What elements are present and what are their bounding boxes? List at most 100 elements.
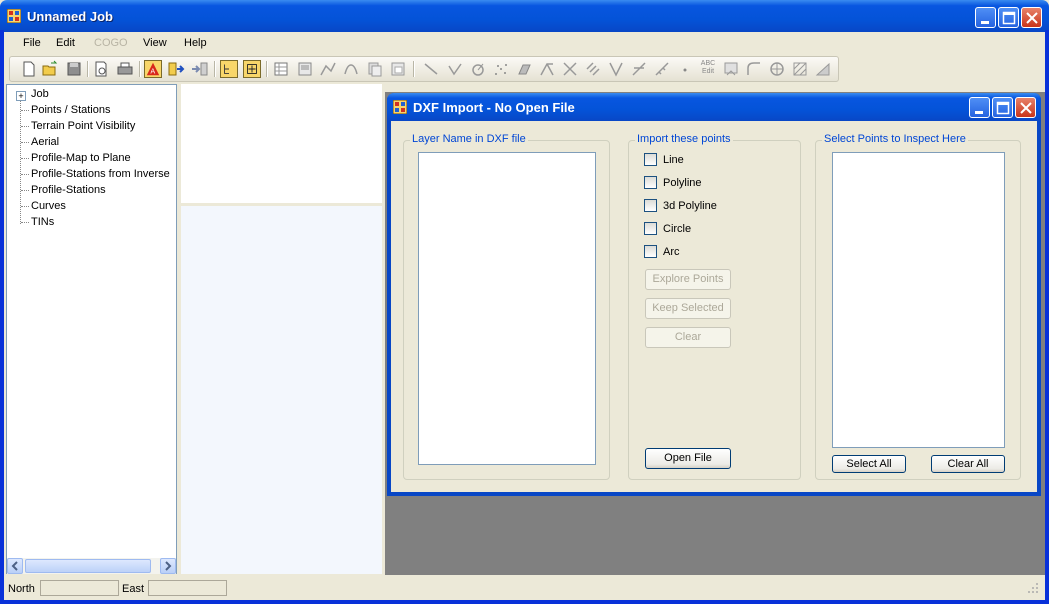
polyline-tool-icon[interactable] — [538, 60, 556, 78]
tree-item-tins[interactable]: TINs — [31, 216, 54, 228]
profile-icon[interactable] — [319, 60, 337, 78]
clear-button[interactable]: Clear — [645, 327, 731, 348]
arc-checkbox-label[interactable]: Arc — [663, 246, 680, 258]
dxf-import-window: DXF Import - No Open File Layer Name in … — [387, 93, 1041, 496]
tree-horizontal-scrollbar[interactable] — [7, 558, 176, 574]
toggle-tree-icon[interactable] — [220, 60, 238, 78]
circle-tool-icon[interactable] — [469, 60, 487, 78]
line-checkbox[interactable] — [644, 153, 657, 166]
tree-connector — [21, 190, 29, 191]
new-icon[interactable] — [20, 60, 38, 78]
keep-selected-button[interactable]: Keep Selected — [645, 298, 731, 319]
circle-checkbox[interactable] — [644, 222, 657, 235]
save-icon[interactable] — [65, 60, 83, 78]
menu-edit[interactable]: Edit — [56, 37, 75, 49]
tree-item-profile-map-to-plane[interactable]: Profile-Map to Plane — [31, 152, 131, 164]
minimize-button[interactable] — [975, 7, 996, 28]
details-panel[interactable] — [181, 206, 382, 574]
menu-help[interactable]: Help — [184, 37, 207, 49]
menu-view[interactable]: View — [143, 37, 167, 49]
3d-polyline-checkbox-label[interactable]: 3d Polyline — [663, 200, 717, 212]
tree-item-profile-stations-inverse[interactable]: Profile-Stations from Inverse — [31, 168, 170, 180]
close-icon — [1020, 102, 1032, 114]
dialog-maximize-button[interactable] — [992, 97, 1013, 118]
menu-file[interactable]: File — [23, 37, 41, 49]
sphere-tool-icon[interactable] — [768, 60, 786, 78]
line-tool-icon[interactable] — [422, 60, 440, 78]
offset-tool-icon[interactable] — [584, 60, 602, 78]
layer-listbox[interactable] — [418, 152, 596, 465]
clear-all-button[interactable]: Clear All — [931, 455, 1005, 473]
intersect-tool-icon[interactable] — [561, 60, 579, 78]
menu-cogo[interactable]: COGO — [94, 37, 128, 49]
window-border-left — [0, 30, 4, 604]
paste-icon[interactable] — [389, 60, 407, 78]
open-file-button[interactable]: Open File — [645, 448, 731, 469]
select-all-button[interactable]: Select All — [832, 455, 906, 473]
toolbar-separator — [214, 61, 216, 77]
dialog-minimize-button[interactable] — [969, 97, 990, 118]
tree-expand-toggle[interactable]: + — [16, 91, 26, 101]
export-icon[interactable] — [167, 60, 185, 78]
dialog-close-button[interactable] — [1015, 97, 1036, 118]
line-checkbox-label[interactable]: Line — [663, 154, 684, 166]
perpendicular-tool-icon[interactable] — [630, 60, 648, 78]
arc-checkbox[interactable] — [644, 245, 657, 258]
table-icon[interactable] — [272, 60, 290, 78]
circle-checkbox-label[interactable]: Circle — [663, 223, 691, 235]
slope-tool-icon[interactable] — [653, 60, 671, 78]
job-tree[interactable]: + Job Points / Stations Terrain Point Vi… — [6, 84, 177, 574]
toolbar-separator — [266, 61, 268, 77]
polyline-checkbox-label[interactable]: Polyline — [663, 177, 702, 189]
tree-connector — [21, 206, 29, 207]
properties-panel[interactable] — [181, 84, 382, 203]
north-label: North — [8, 583, 35, 595]
scroll-thumb[interactable] — [25, 559, 151, 573]
close-button[interactable] — [1021, 7, 1042, 28]
menu-bar: File Edit COGO View Help — [4, 32, 1045, 54]
curve-icon[interactable] — [342, 60, 360, 78]
layer-group-title: Layer Name in DXF file — [410, 133, 528, 145]
map-tool-icon[interactable] — [722, 60, 740, 78]
open-icon[interactable] — [41, 60, 59, 78]
import-icon[interactable] — [191, 60, 209, 78]
tree-item-curves[interactable]: Curves — [31, 200, 66, 212]
tree-item-terrain-visibility[interactable]: Terrain Point Visibility — [31, 120, 135, 132]
tree-item-aerial[interactable]: Aerial — [31, 136, 59, 148]
triangle-tool-icon[interactable] — [814, 60, 832, 78]
east-label: East — [122, 583, 145, 595]
inspect-listbox[interactable] — [832, 152, 1005, 448]
maximize-button[interactable] — [998, 7, 1019, 28]
branch-tool-icon[interactable] — [607, 60, 625, 78]
maximize-icon — [1002, 11, 1016, 25]
svg-text:A: A — [150, 66, 155, 75]
tree-item-points-stations[interactable]: Points / Stations — [31, 104, 111, 116]
explore-points-button[interactable]: Explore Points — [645, 269, 731, 290]
main-window: Unnamed Job File Edit COGO View Help A A… — [0, 0, 1049, 604]
maximize-icon — [996, 101, 1010, 115]
text-edit-icon[interactable]: ABC Edit — [699, 60, 717, 78]
grid-tool-icon[interactable] — [515, 60, 533, 78]
copy-icon[interactable] — [366, 60, 384, 78]
zoom-extents-icon[interactable] — [243, 60, 261, 78]
arc-tool-icon[interactable] — [745, 60, 763, 78]
toolbar-separator — [139, 61, 141, 77]
mdi-top-strip — [385, 84, 1045, 92]
tree-item-profile-stations[interactable]: Profile-Stations — [31, 184, 106, 196]
scroll-right-button[interactable] — [160, 558, 176, 574]
title-bar[interactable]: Unnamed Job — [0, 0, 1049, 32]
resize-grip-icon[interactable] — [1027, 582, 1039, 594]
points-tool-icon[interactable] — [492, 60, 510, 78]
autocad-icon[interactable]: A — [144, 60, 162, 78]
3d-polyline-checkbox[interactable] — [644, 199, 657, 212]
window-icon[interactable] — [296, 60, 314, 78]
polyline-checkbox[interactable] — [644, 176, 657, 189]
tree-item-job[interactable]: Job — [31, 88, 49, 100]
print-preview-icon[interactable] — [92, 60, 110, 78]
angle-tool-icon[interactable] — [446, 60, 464, 78]
hatch-tool-icon[interactable] — [791, 60, 809, 78]
print-icon[interactable] — [116, 60, 134, 78]
dxf-import-title-bar[interactable]: DXF Import - No Open File — [387, 93, 1041, 121]
scroll-left-button[interactable] — [7, 558, 23, 574]
dot-tool-icon[interactable] — [676, 60, 694, 78]
